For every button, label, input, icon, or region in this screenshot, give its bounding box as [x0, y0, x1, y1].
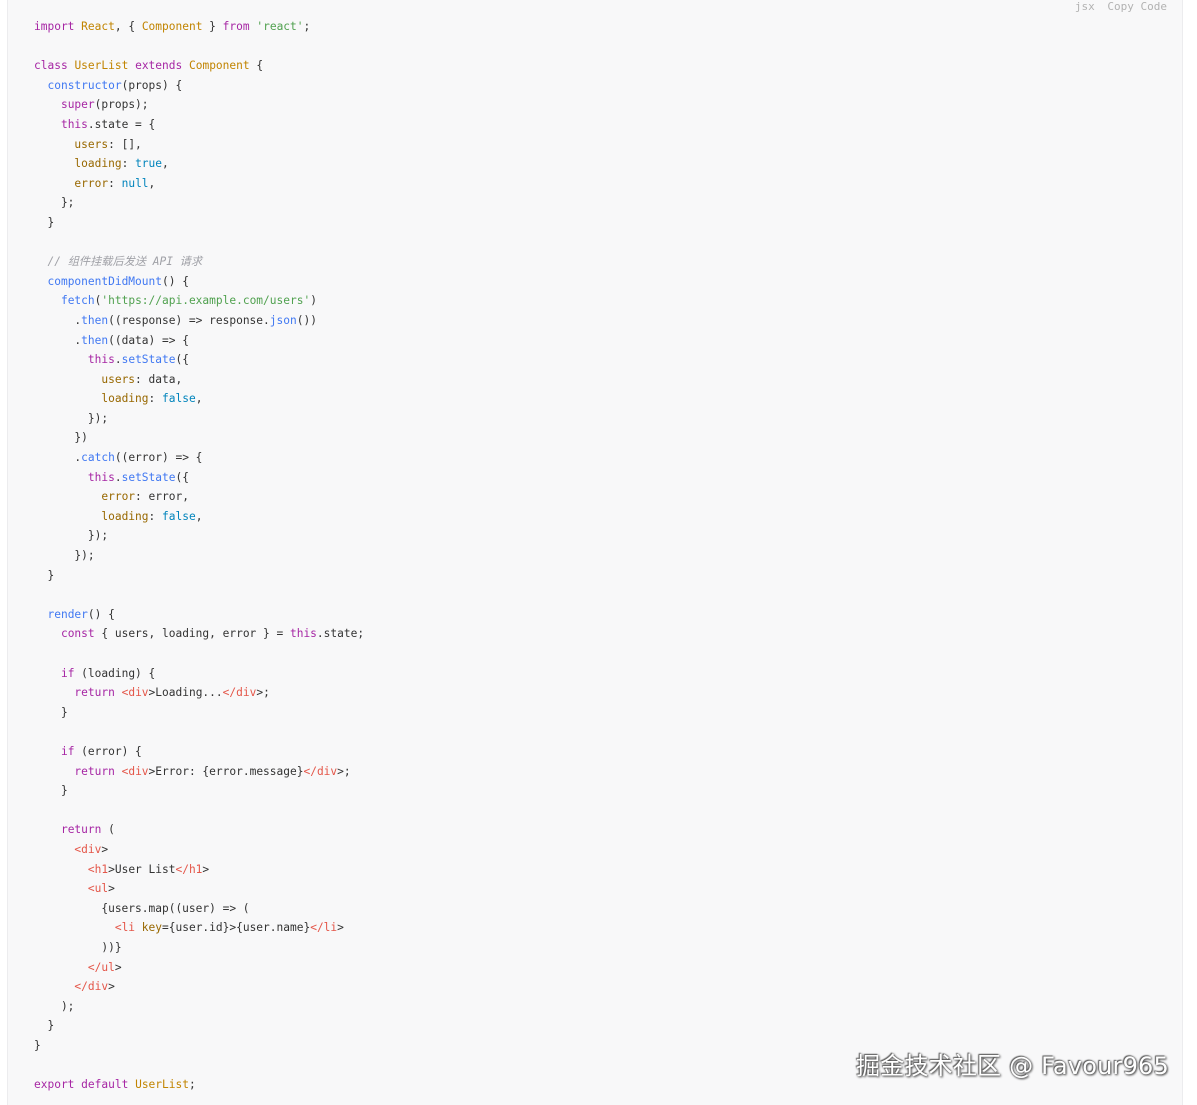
copy-code-button[interactable]: Copy Code	[1107, 0, 1167, 13]
code-line: .then((data) => {	[34, 333, 189, 347]
code-line: return <div>Loading...</div>;	[74, 686, 270, 700]
code-line: componentDidMount() {	[47, 274, 189, 288]
code-line: .catch((error) => {	[34, 451, 203, 465]
code-line: <ul>	[87, 882, 115, 896]
code-line: <li key={user.id}>{user.name}</li>	[114, 921, 344, 935]
code-line: const { users, loading, error } = this.s…	[60, 627, 365, 641]
code-line: // 组件挂载后发送 API 请求	[47, 255, 203, 269]
code-line: if (error) {	[60, 744, 142, 758]
code-line: loading: false,	[101, 509, 203, 523]
code-line: }	[34, 1019, 55, 1033]
watermark: 掘金技术社区 @ Favour965	[856, 1052, 1169, 1080]
code-block: jsx Copy Code import React, { Component …	[7, 0, 1183, 1105]
code-line: users: data,	[101, 372, 183, 386]
code-line: ​	[34, 722, 364, 742]
code-line: fetch('https://api.example.com/users')	[60, 294, 317, 308]
code-line: })	[34, 431, 88, 445]
language-label: jsx	[1074, 0, 1095, 13]
code-toolbar: jsx Copy Code	[1069, 0, 1167, 14]
code-line: class UserList extends Component {	[34, 59, 264, 73]
code-line: ​	[34, 37, 364, 57]
code-line: error: error,	[101, 490, 189, 504]
code-line: users: [],	[74, 137, 142, 151]
code-line: }	[34, 568, 55, 582]
code-line: loading: true,	[74, 157, 169, 171]
code-line: return (	[60, 823, 115, 837]
code-line: });	[34, 549, 95, 563]
code-line: ​	[34, 233, 364, 253]
code-line: });	[34, 529, 109, 543]
code-line: ​	[34, 585, 364, 605]
code-line: export default UserList;	[34, 1078, 196, 1092]
code-line: <div>	[74, 842, 109, 856]
code-line: });	[34, 411, 109, 425]
code-line: }	[34, 215, 55, 229]
code-line: loading: false,	[101, 392, 203, 406]
code-line: ​	[34, 644, 364, 664]
code-line: .then((response) => response.json())	[34, 313, 317, 327]
code-line: }	[34, 1038, 41, 1052]
code-line: render() {	[47, 607, 115, 621]
code-line: }	[34, 705, 68, 719]
code-line: error: null,	[74, 176, 156, 190]
code-line: this.setState({	[87, 470, 189, 484]
code-line: ))}	[34, 940, 122, 954]
code-line: };	[34, 196, 75, 210]
code-line: constructor(props) {	[47, 78, 183, 92]
code-line: this.state = {	[60, 117, 156, 131]
code-line: );	[34, 999, 75, 1013]
code-line: }	[34, 784, 68, 798]
code-line: if (loading) {	[60, 666, 156, 680]
code-content: import React, { Component } from 'react'…	[34, 17, 364, 1095]
code-line: import React, { Component } from 'react'…	[34, 20, 311, 33]
code-line: </ul>	[87, 960, 122, 974]
code-line: this.setState({	[87, 353, 189, 367]
code-line: </div>	[74, 980, 115, 994]
code-line: ​	[34, 1055, 364, 1075]
code-line: super(props);	[60, 98, 149, 112]
code-line: return <div>Error: {error.message}</div>…	[74, 764, 351, 778]
code-line: ​	[34, 801, 364, 821]
code-line: {users.map((user) => (	[34, 901, 250, 915]
code-line: <h1>User List</h1>	[87, 862, 210, 876]
